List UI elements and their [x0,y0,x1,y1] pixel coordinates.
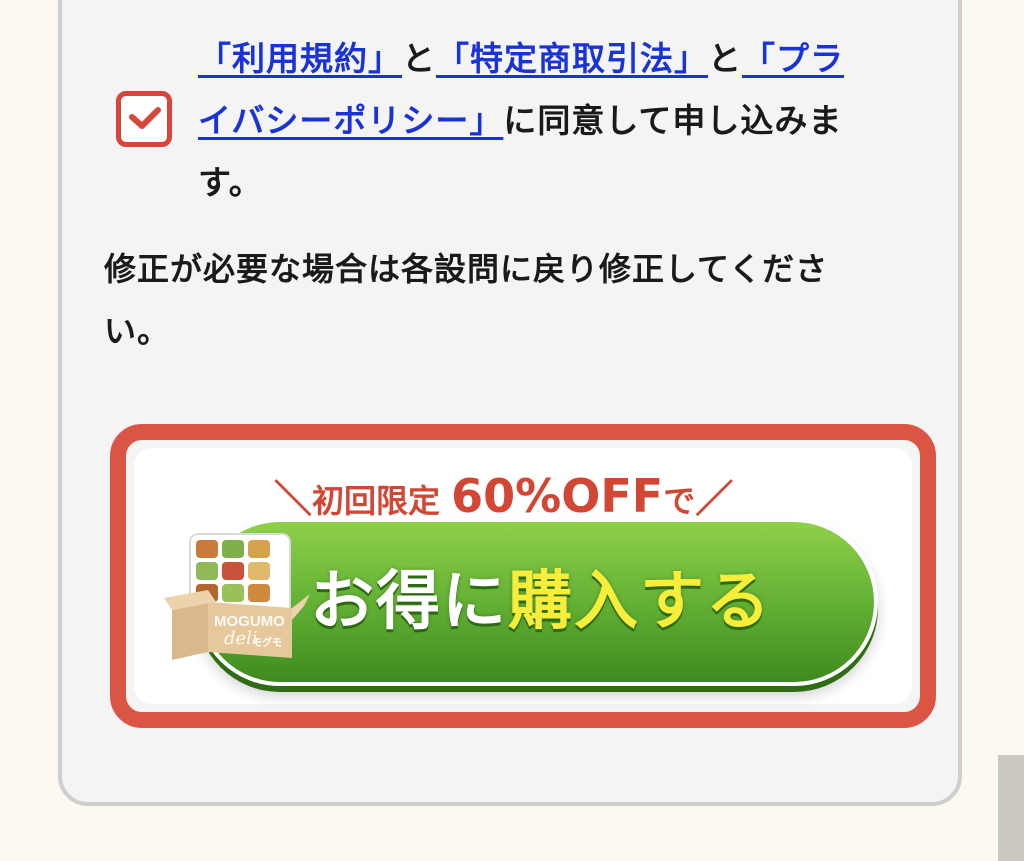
commerce-law-link[interactable]: 「特定商取引法」 [436,39,708,78]
consent-checkbox[interactable] [116,91,172,147]
consent-tail-1: に同意して申し込みま [503,101,843,140]
promo-label: 初回限定 [312,482,441,520]
consent-text: 「利用規約」と「特定商取引法」と「プラ イバシーポリシー」に同意して申し込みま す。 [198,28,878,214]
consent-tail-2: す。 [198,163,263,202]
conjunction-1: と [402,39,436,78]
promo-value: 60%OFF [451,469,664,523]
purchase-button[interactable]: MOGUMO deli モグモ ＼初回限定 60%OFFで／ お得に購入する [110,424,936,728]
product-box-image: MOGUMO deli モグモ [164,528,314,678]
edit-notice-line1: 修正が必要な場合は各設問に戻り修正してくださ [104,250,829,288]
promo-banner: ＼初回限定 60%OFFで／ [274,468,874,528]
promo-suffix-text: で [663,482,696,520]
conjunction-2: と [708,39,742,78]
check-icon [129,107,161,129]
privacy-policy-link-part2[interactable]: イバシーポリシー」 [198,101,503,140]
terms-link[interactable]: 「利用規約」 [198,39,402,78]
purchase-button-inner: MOGUMO deli モグモ ＼初回限定 60%OFFで／ お得に購入する [134,448,912,704]
promo-slash-right: ／ [695,477,734,521]
edit-notice-line2: い。 [104,312,171,350]
purchase-label-white: お得に [310,565,508,639]
purchase-label-yellow: 購入する [508,565,772,639]
promo-slash-left: ＼ [274,477,313,521]
scrollbar-thumb[interactable] [998,755,1024,861]
consent-row: 「利用規約」と「特定商取引法」と「プラ イバシーポリシー」に同意して申し込みま す。 [112,28,882,214]
product-kana: モグモ [252,636,282,649]
edit-notice: 修正が必要な場合は各設問に戻り修正してくださ い。 [104,238,894,362]
purchase-button-label: お得に購入する [310,550,772,642]
privacy-policy-link-part1[interactable]: 「プラ [742,39,844,78]
